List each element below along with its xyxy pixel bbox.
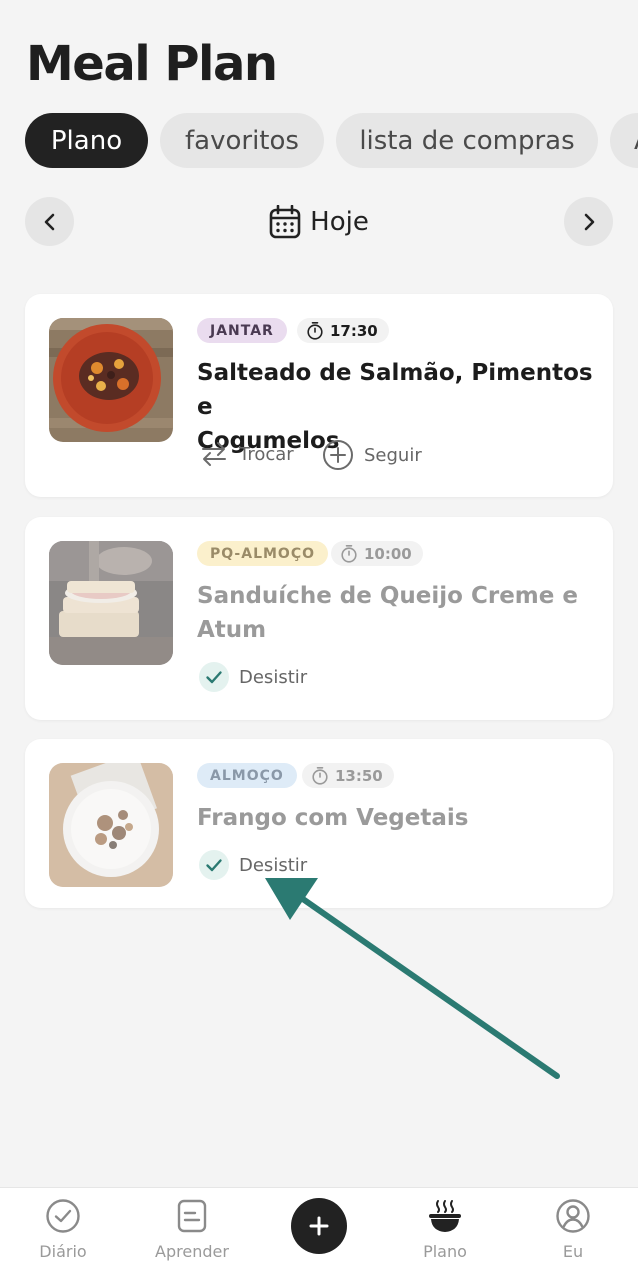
nav-plano[interactable]: Plano (390, 1188, 500, 1281)
check-icon (199, 662, 229, 692)
tab-favoritos[interactable]: favoritos (160, 113, 324, 168)
give-up-label: Desistir (239, 854, 308, 876)
meal-name[interactable]: Sanduíche de Queijo Creme e Atum (197, 579, 597, 647)
meal-image (49, 763, 173, 887)
nav-diario[interactable]: Diário (8, 1188, 118, 1281)
nav-eu-label: Eu (562, 1242, 584, 1261)
give-up-button[interactable]: Desistir (199, 662, 307, 692)
nav-diario-label: Diário (39, 1242, 87, 1261)
meal-name-line1: Salteado de Salmão, Pimentos e (197, 360, 593, 420)
meal-name-line1: Sanduíche de Queijo Creme e (197, 583, 578, 609)
meal-type-label: JANTAR (210, 322, 274, 339)
meal-type-badge: ALMOÇO (197, 763, 297, 788)
follow-label: Seguir (364, 444, 422, 466)
plus-icon (309, 1216, 329, 1236)
swap-button[interactable]: Trocar (199, 439, 294, 469)
nav-aprender[interactable]: Aprender (137, 1188, 247, 1281)
meal-card[interactable]: PQ-ALMOÇO 10:00 Sanduíche de Queijo Crem… (25, 517, 613, 720)
meal-name[interactable]: Frango com Vegetais (197, 801, 597, 835)
stopwatch-icon (341, 544, 357, 563)
date-label: Hoje (310, 207, 369, 237)
meal-card[interactable]: ALMOÇO 13:50 Frango com Vegetais Desisti… (25, 739, 613, 908)
meal-time-label: 13:50 (335, 766, 383, 785)
meal-time: 10:00 (331, 541, 423, 566)
user-icon (556, 1199, 590, 1233)
plus-circle-icon (323, 440, 353, 470)
meal-time: 17:30 (297, 318, 389, 343)
swap-label: Trocar (239, 443, 294, 465)
calendar-icon (269, 205, 301, 239)
chevron-right-icon (584, 213, 594, 230)
meal-card[interactable]: JANTAR 17:30 Salteado de Salmão, Pimento… (25, 294, 613, 497)
stopwatch-icon (312, 766, 328, 785)
meal-name-line2: Atum (197, 617, 267, 643)
date-selector[interactable]: Hoje (0, 200, 638, 244)
meal-type-badge: PQ-ALMOÇO (197, 541, 328, 566)
meal-type-label: ALMOÇO (210, 767, 284, 784)
page-title: Meal Plan (26, 36, 278, 92)
meal-image (49, 541, 173, 665)
nav-aprender-label: Aprender (155, 1242, 229, 1261)
document-icon (177, 1199, 207, 1233)
swap-icon (202, 442, 226, 466)
nav-eu[interactable]: Eu (518, 1188, 628, 1281)
meal-image (49, 318, 173, 442)
nav-plano-label: Plano (423, 1242, 467, 1261)
follow-button[interactable]: Seguir (322, 439, 422, 471)
meal-name-line1: Frango com Vegetais (197, 805, 469, 831)
tab-more[interactable]: A (610, 113, 638, 168)
tab-plano[interactable]: Plano (25, 113, 148, 168)
tab-lista-de-compras[interactable]: lista de compras (336, 113, 598, 168)
meal-time-label: 17:30 (330, 321, 378, 340)
meal-type-badge: JANTAR (197, 318, 287, 343)
check-circle-icon (46, 1199, 80, 1233)
tab-bar: Plano favoritos lista de compras A (25, 113, 638, 168)
check-icon (199, 850, 229, 880)
give-up-button[interactable]: Desistir (199, 850, 307, 880)
stopwatch-icon (307, 321, 323, 340)
meal-time: 13:50 (302, 763, 394, 788)
add-button[interactable] (291, 1198, 347, 1254)
give-up-label: Desistir (239, 666, 308, 688)
bowl-icon (429, 1200, 461, 1232)
meal-time-label: 10:00 (364, 544, 412, 563)
next-day-button[interactable] (564, 197, 613, 246)
meal-type-label: PQ-ALMOÇO (210, 545, 315, 562)
